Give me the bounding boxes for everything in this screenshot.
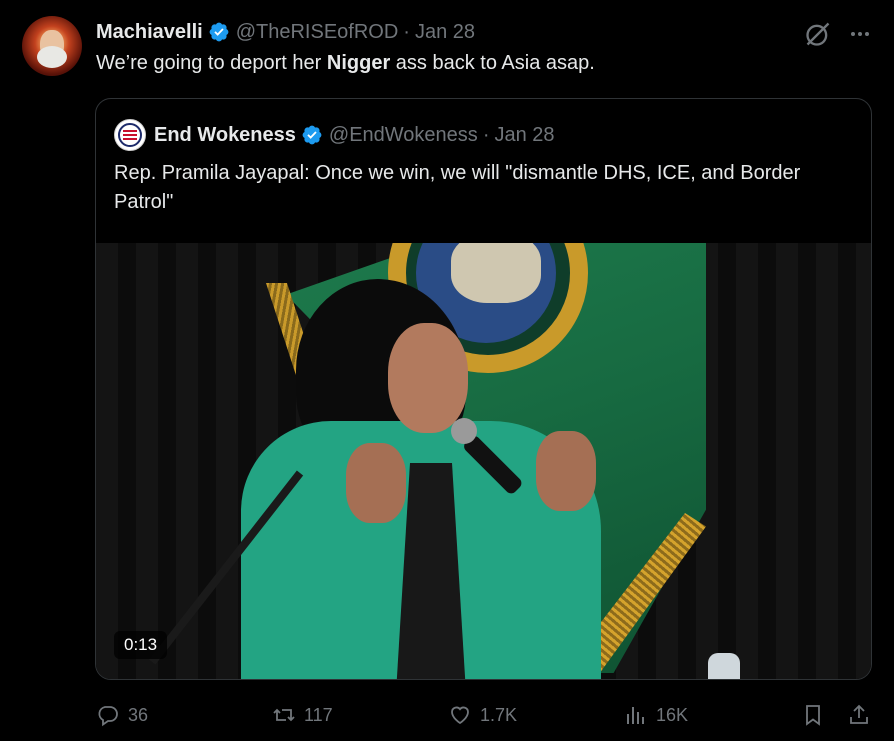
heart-icon <box>451 706 469 725</box>
grok-icon[interactable] <box>804 20 832 48</box>
repost-count: 117 <box>304 704 333 725</box>
video-speaker-face <box>388 323 468 433</box>
reply-button[interactable]: 36 <box>96 700 148 730</box>
avatar-beard <box>37 46 67 68</box>
quoted-tweet-text: Rep. Pramila Jayapal: Once we win, we wi… <box>114 162 801 213</box>
views-count: 16K <box>656 704 689 725</box>
share-icon[interactable] <box>847 703 871 727</box>
action-bar: 36 117 1.7K 16K <box>0 700 894 730</box>
quoted-author-handle[interactable]: @EndWokeness <box>329 124 478 147</box>
author-name[interactable]: Machiavelli <box>96 21 203 44</box>
tweet-text-part: We’re going to deport her <box>96 52 327 74</box>
video-water-bottle <box>708 653 740 679</box>
views-icon <box>627 707 644 724</box>
tweet-text-bold: Nigger <box>326 52 391 74</box>
quoted-author-avatar[interactable] <box>114 119 146 151</box>
quoted-tweet[interactable]: End Wokeness @EndWokeness · Jan 28 Rep. … <box>95 98 872 680</box>
video-speaker-hand <box>536 431 596 511</box>
tweet-header: Machiavelli @TheRISEofROD · Jan 28 <box>96 18 475 46</box>
avatar-flag <box>123 130 137 140</box>
like-button[interactable]: 1.7K <box>448 700 517 730</box>
quoted-tweet-header: End Wokeness @EndWokeness · Jan 28 <box>114 119 555 151</box>
more-icon[interactable] <box>848 22 872 46</box>
video-seal-portrait <box>451 243 541 303</box>
verified-badge-icon <box>209 22 229 42</box>
reply-count: 36 <box>128 704 149 725</box>
author-avatar[interactable] <box>22 16 82 76</box>
author-handle[interactable]: @TheRISEofROD <box>236 21 399 44</box>
like-count: 1.7K <box>480 704 518 725</box>
views-button[interactable]: 16K <box>624 700 688 730</box>
verified-badge-icon <box>302 125 322 145</box>
repost-button[interactable]: 117 <box>272 700 333 730</box>
repost-icon <box>273 708 295 722</box>
date-separator: · <box>482 123 490 146</box>
quoted-author-name[interactable]: End Wokeness <box>154 124 296 147</box>
date-separator: · <box>403 20 410 43</box>
video-timestamp: 0:13 <box>114 631 168 659</box>
video-player[interactable]: 0:13 <box>96 243 871 679</box>
video-mic-head <box>451 418 477 444</box>
tweet-text: We’re going to deport her Nigger ass bac… <box>96 52 595 75</box>
tweet-date[interactable]: Jan 28 <box>415 21 475 44</box>
video-speaker-hand <box>346 443 406 523</box>
reply-icon <box>98 706 118 727</box>
tweet-text-part: ass back to Asia asap. <box>390 52 595 74</box>
bookmark-icon[interactable] <box>801 703 825 727</box>
quoted-tweet-date[interactable]: Jan 28 <box>494 124 554 147</box>
